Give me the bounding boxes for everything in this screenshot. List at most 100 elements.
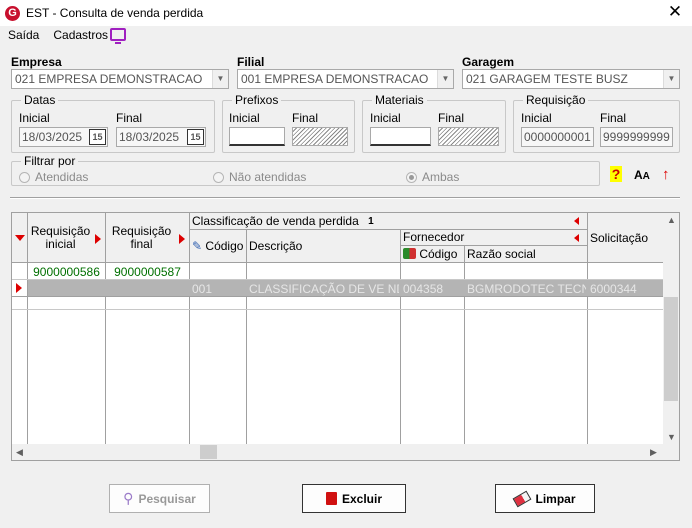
group-header-classificacao[interactable]: Classificação de venda perdida 1 — [190, 213, 588, 230]
collapse-left-icon[interactable] — [574, 234, 579, 242]
menu-bar: Saída Cadastros — [8, 28, 108, 42]
scroll-left-icon[interactable]: ◀ — [16, 447, 23, 458]
vertical-scrollbar[interactable]: ▲ ▼ — [663, 213, 679, 445]
radio-nao-atendidas-label: Não atendidas — [229, 170, 307, 184]
row-descricao[interactable]: CLASSIFICAÇÃO DE VE ND... — [249, 282, 399, 296]
trash-icon — [325, 492, 337, 505]
expand-right-icon[interactable] — [179, 234, 185, 244]
row-codigo[interactable]: 001 — [192, 282, 246, 296]
col-req-final-label: Requisição final — [111, 224, 172, 251]
chevron-down-icon[interactable]: ▼ — [663, 70, 679, 88]
row-solicitacao[interactable]: 6000344 — [590, 282, 664, 296]
garagem-value: 021 GARAGEM TESTE BUSZ — [466, 72, 628, 86]
results-grid[interactable]: Requisição inicial Requisição final Clas… — [11, 212, 680, 461]
requisicao-final-label: Final — [600, 111, 627, 125]
data-final-value: 18/03/2025 — [119, 130, 180, 144]
filial-select[interactable]: 001 EMPRESA DEMONSTRACAO ▼ — [237, 69, 454, 89]
separator — [10, 197, 680, 199]
materiais-final-label: Final — [438, 111, 465, 125]
help-icon[interactable]: ? — [610, 166, 622, 182]
garagem-label: Garagem — [462, 55, 515, 69]
datas-title: Datas — [21, 93, 59, 107]
people-icon — [403, 248, 416, 259]
requisicao-final-value: 9999999999 — [603, 130, 670, 144]
col-razao-label: Razão social — [467, 247, 536, 261]
limpar-button[interactable]: Limpar — [495, 484, 595, 513]
col-header-descricao[interactable]: Descrição — [247, 230, 401, 263]
limpar-label: Limpar — [535, 491, 576, 506]
data-inicial-value: 18/03/2025 — [22, 130, 83, 144]
prefixos-inicial-label: Inicial — [229, 111, 260, 125]
grid-indicator-header[interactable] — [12, 213, 28, 263]
row-forn-codigo[interactable]: 004358 — [403, 282, 463, 296]
monitor-icon[interactable] — [110, 28, 126, 44]
pesquisar-label: Pesquisar — [138, 491, 196, 506]
filter-req-final[interactable]: 9000000587 — [106, 265, 189, 279]
empresa-select[interactable]: 021 EMPRESA DEMONSTRACAO ▼ — [11, 69, 229, 89]
filial-value: 001 EMPRESA DEMONSTRACAO — [241, 72, 429, 86]
col-forn-codigo-label: Código — [419, 247, 458, 261]
data-final-field[interactable]: 18/03/2025 15 — [116, 127, 206, 147]
sort-down-icon[interactable] — [15, 235, 25, 241]
col-header-forn-codigo[interactable]: Código — [401, 246, 465, 263]
material-inicial-input[interactable] — [370, 127, 431, 146]
col-header-solicitacao[interactable]: Solicitação — [588, 213, 665, 263]
radio-atendidas[interactable]: Atendidas — [19, 170, 88, 184]
excluir-label: Excluir — [341, 491, 383, 506]
col-header-req-inicial[interactable]: Requisição inicial — [28, 213, 106, 263]
calendar-icon[interactable]: 15 — [187, 129, 204, 145]
arrow-up-icon[interactable]: ↑ — [662, 166, 670, 183]
radio-ambas[interactable]: Ambas — [406, 170, 459, 184]
requisicao-inicial-input[interactable]: 0000000001 — [521, 127, 594, 147]
col-req-inicial-label: Requisição inicial — [30, 224, 91, 251]
materiais-title: Materiais — [372, 93, 427, 107]
font-size-icon[interactable]: AA — [634, 168, 650, 182]
vertical-scroll-thumb[interactable] — [664, 297, 678, 401]
col-header-req-final[interactable]: Requisição final — [106, 213, 190, 263]
menu-cadastros[interactable]: Cadastros — [53, 28, 108, 42]
window-title: EST - Consulta de venda perdida — [26, 6, 204, 20]
filtro-title: Filtrar por — [21, 154, 79, 168]
scroll-right-icon[interactable]: ▶ — [650, 447, 657, 458]
radio-nao-atendidas[interactable]: Não atendidas — [213, 170, 306, 184]
pesquisar-button[interactable]: ⚲ Pesquisar — [109, 484, 210, 513]
scroll-up-icon[interactable]: ▲ — [667, 215, 676, 225]
datas-final-label: Final — [116, 111, 143, 125]
filter-req-inicial[interactable]: 9000000586 — [28, 265, 105, 279]
requisicao-inicial-label: Inicial — [521, 111, 552, 125]
menu-saida[interactable]: Saída — [8, 28, 39, 42]
expand-right-icon[interactable] — [95, 234, 101, 244]
prefixo-final-input[interactable] — [292, 127, 348, 146]
horizontal-scrollbar[interactable]: ◀ ▶ — [12, 444, 679, 460]
material-final-input[interactable] — [438, 127, 499, 146]
edit-pencil-icon: ✎ — [192, 239, 203, 253]
radio-atendidas-label: Atendidas — [35, 170, 89, 184]
prefixo-inicial-input[interactable] — [229, 127, 285, 146]
col-header-codigo[interactable]: ✎ Código — [190, 230, 247, 263]
search-icon: ⚲ — [123, 490, 134, 506]
horizontal-scroll-thumb[interactable] — [200, 445, 217, 459]
requisicao-title: Requisição — [523, 93, 589, 107]
prefixos-title: Prefixos — [232, 93, 282, 107]
col-header-razao[interactable]: Razão social — [465, 246, 588, 263]
garagem-select[interactable]: 021 GARAGEM TESTE BUSZ ▼ — [462, 69, 680, 89]
group-fornecedor-label: Fornecedor — [403, 230, 465, 244]
collapse-left-icon[interactable] — [574, 217, 579, 225]
requisicao-final-input[interactable]: 9999999999 — [600, 127, 673, 147]
close-icon[interactable]: ✕ — [666, 3, 684, 21]
excluir-button[interactable]: Excluir — [302, 484, 406, 513]
chevron-down-icon[interactable]: ▼ — [437, 70, 453, 88]
chevron-down-icon[interactable]: ▼ — [212, 70, 228, 88]
eraser-icon — [513, 490, 532, 507]
scroll-down-icon[interactable]: ▼ — [667, 432, 676, 442]
filial-label: Filial — [237, 55, 265, 69]
materiais-inicial-label: Inicial — [370, 111, 401, 125]
group-classificacao-label: Classificação de venda perdida — [192, 214, 359, 228]
data-inicial-field[interactable]: 18/03/2025 15 — [19, 127, 108, 147]
empresa-value: 021 EMPRESA DEMONSTRACAO — [15, 72, 203, 86]
calendar-icon[interactable]: 15 — [89, 129, 106, 145]
row-pointer-icon — [16, 283, 22, 293]
sort-number: 1 — [368, 216, 374, 227]
group-header-fornecedor[interactable]: Fornecedor — [401, 230, 588, 246]
row-razao[interactable]: BGMRODOTEC TECN... — [467, 282, 586, 296]
